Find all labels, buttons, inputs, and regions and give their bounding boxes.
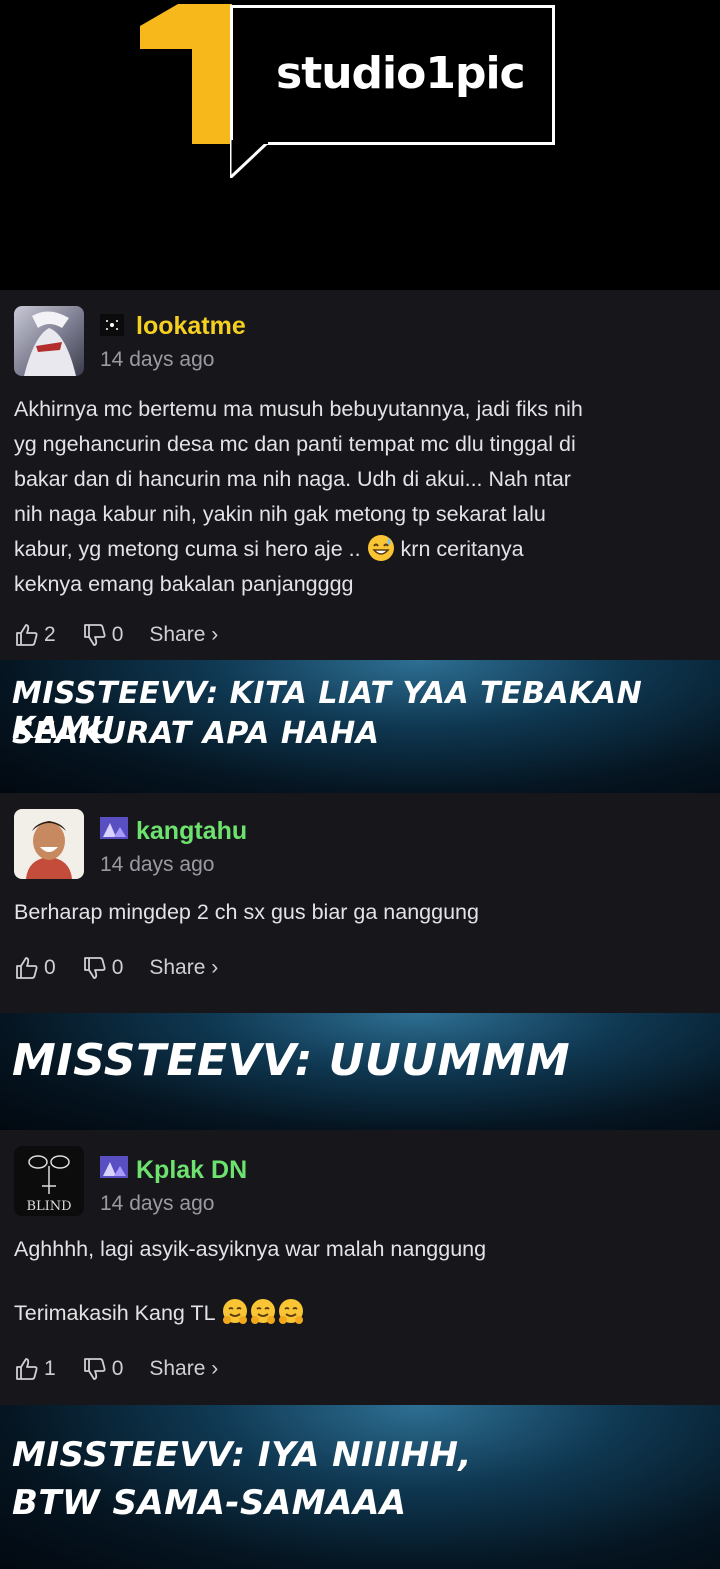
comment-line: Akhirnya mc bertemu ma musuh bebuyutanny… [14,397,583,421]
comment-actions: 2 0 Share › [14,620,244,650]
avatar[interactable]: BLIND [14,1146,84,1216]
like-count: 1 [44,1357,56,1380]
hugging-face-emoji-icon [250,1299,275,1324]
banner-text: MISSTEEVV: UUUMMM [12,1035,571,1086]
avatar[interactable] [14,809,84,879]
dislike-button[interactable]: 0 [82,622,124,648]
share-button[interactable]: Share › [149,1357,218,1381]
comment-card: kangtahu 14 days ago Berharap mingdep 2 … [0,793,720,1013]
thumbs-down-icon [83,624,106,646]
comment-line: keknya emang bakalan panjangggg [14,572,354,596]
dislike-button[interactable]: 0 [82,955,124,981]
banner-text: BTW SAMA-SAMAAA [12,1483,407,1523]
share-button[interactable]: Share › [149,956,218,980]
comment-text: Terimakasih Kang TL [14,1296,714,1331]
banner-text: SEAKURAT APA HAHA [12,716,380,751]
comment-line: yg ngehancurin desa mc dan panti tempat … [14,432,576,456]
like-button[interactable]: 2 [14,622,56,648]
thumbs-up-icon [16,624,38,646]
badge-icon [100,817,128,839]
logo-speech-tail [230,140,268,178]
timestamp: 14 days ago [100,853,215,876]
avatar[interactable] [14,306,84,376]
comment-line: nih naga kabur nih, yakin nih gak metong… [14,502,546,526]
comment-card: lookatme 14 days ago Akhirnya mc bertemu… [0,290,720,660]
comment-line-part: krn ceritanya [400,537,524,561]
share-button[interactable]: Share › [149,623,218,647]
sweat-smile-emoji-icon [367,535,394,561]
thumbs-down-icon [83,1358,106,1380]
logo-number-one [140,4,232,144]
badge-icon [100,314,124,336]
comment-text: Berharap mingdep 2 ch sx gus biar ga nan… [14,900,479,924]
badge-icon [100,1156,128,1178]
banner: MISSTEEVV: IYA NIIIHH, BTW SAMA-SAMAAA [0,1405,720,1569]
comment-line: kabur, yg metong cuma si hero aje .. krn… [14,532,714,567]
like-count: 2 [44,623,56,646]
dislike-count: 0 [111,1357,124,1380]
thumbs-up-icon [16,957,38,979]
username[interactable]: lookatme [136,312,246,341]
timestamp: 14 days ago [100,348,215,371]
dislike-count: 0 [111,956,124,979]
thumbs-down-icon [83,957,106,979]
like-button[interactable]: 0 [14,955,56,981]
avatar-text: BLIND [26,1199,71,1214]
header: studio1pic [0,0,720,290]
thumbs-up-icon [16,1358,38,1380]
comment-card: BLIND Kplak DN 14 days ago Aghhhh, lagi … [0,1130,720,1405]
timestamp: 14 days ago [100,1192,215,1215]
comment-actions: 0 0 Share › [14,953,244,983]
like-count: 0 [44,956,56,979]
hugging-face-emoji-icon [278,1299,303,1324]
comment-text: Akhirnya mc bertemu ma musuh bebuyutanny… [14,392,714,602]
banner: MISSTEEVV: KITA LIAT YAA TEBAKAN KAMU SE… [0,660,720,793]
dislike-count: 0 [111,623,124,646]
banner: MISSTEEVV: UUUMMM [0,1013,720,1130]
comment-line: bakar dan di hancurin ma nih naga. Udh d… [14,467,571,491]
like-button[interactable]: 1 [14,1356,56,1382]
comment-text: Aghhhh, lagi asyik-asyiknya war malah na… [14,1237,487,1261]
dislike-button[interactable]: 0 [82,1356,124,1382]
banner-text: MISSTEEVV: IYA NIIIHH, [12,1435,472,1475]
hugging-face-emoji-icon [222,1299,247,1324]
comment-line-part: Terimakasih Kang TL [14,1301,215,1325]
logo-text: studio1pic [276,48,526,99]
comment-line-part: kabur, yg metong cuma si hero aje .. [14,537,361,561]
username[interactable]: Kplak DN [136,1156,247,1185]
username[interactable]: kangtahu [136,817,247,846]
comment-actions: 1 0 Share › [14,1354,244,1384]
